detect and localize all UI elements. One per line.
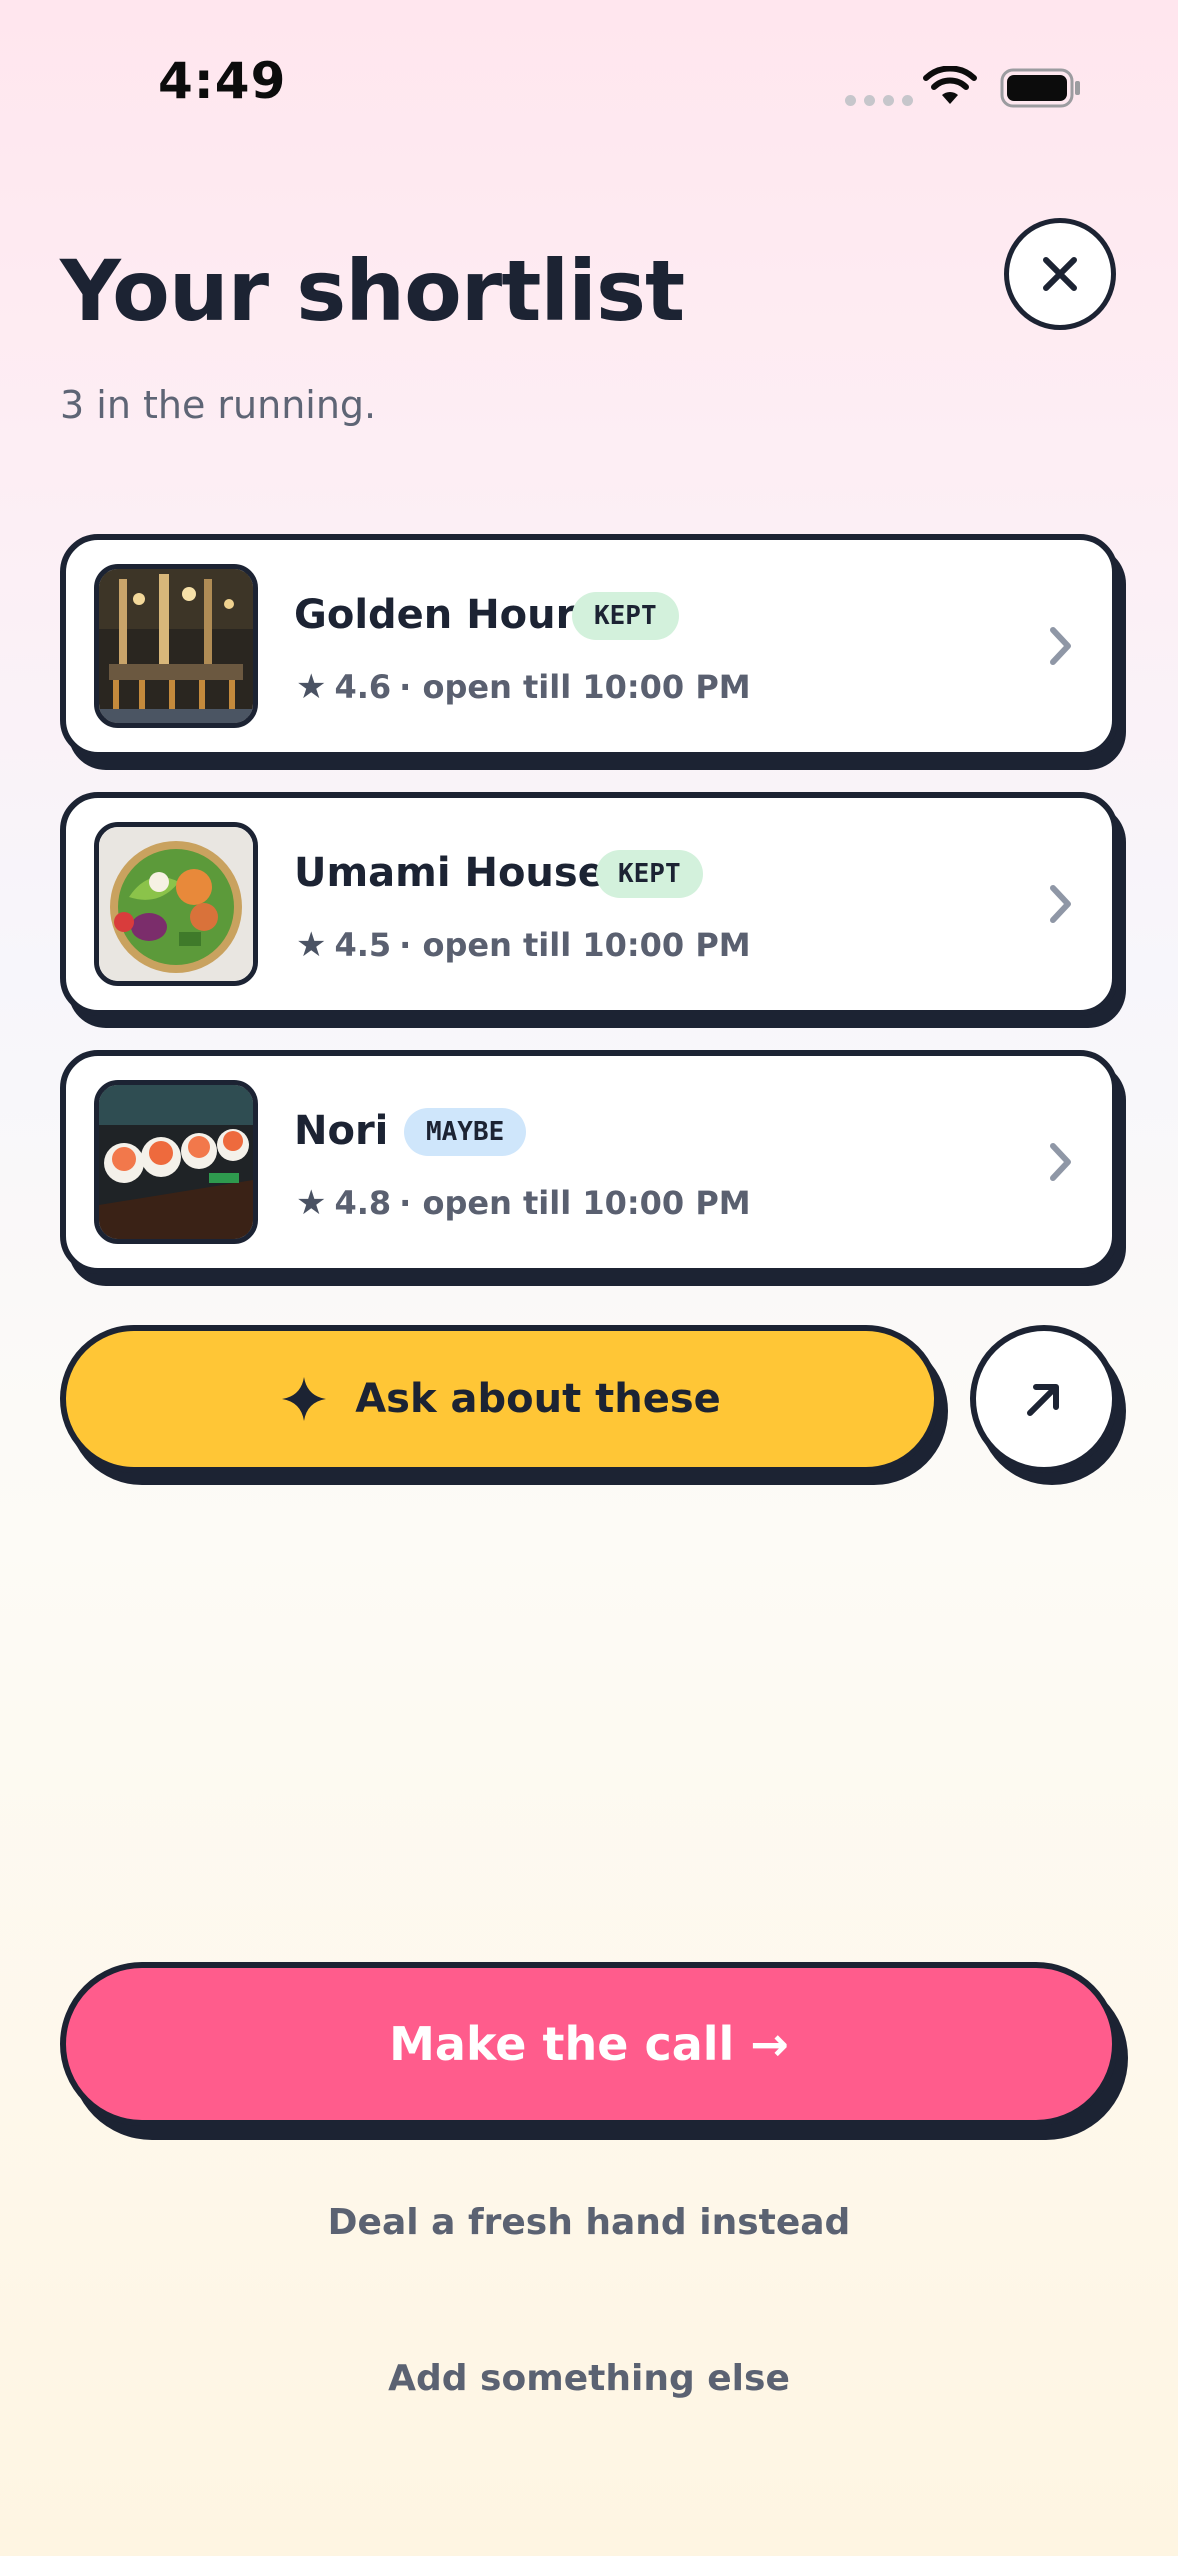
close-button[interactable] (1004, 218, 1116, 330)
arrow-up-right-icon (1027, 1384, 1059, 1416)
shortlist-card-nori[interactable]: Nori MAYBE ★ 4.8 · open till 10:00 PM (60, 1050, 1118, 1274)
chevron-right-icon (1050, 885, 1071, 923)
hours-text: · open till 10:00 PM (399, 926, 751, 964)
rating-value: 4.5 (334, 926, 392, 964)
close-icon (1043, 257, 1077, 291)
status-time: 4:49 (158, 52, 287, 110)
status-badge: KEPT (596, 850, 703, 898)
shortlist-card-golden-hour[interactable]: Golden Hour KEPT ★ 4.6 · open till 10:00… (60, 534, 1118, 758)
deal-fresh-hand-link[interactable]: Deal a fresh hand instead (0, 2202, 1178, 2243)
restaurant-thumbnail (94, 564, 258, 728)
page-title: Your shortlist (60, 242, 685, 340)
sushi-rolls-image (99, 1085, 253, 1239)
salad-bowl-image (99, 827, 253, 981)
status-badge: KEPT (572, 592, 679, 640)
rating-value: 4.8 (334, 1184, 392, 1222)
restaurant-meta: ★ 4.6 · open till 10:00 PM (296, 667, 751, 707)
make-the-call-button[interactable]: Make the call → (60, 1962, 1118, 2126)
restaurant-name: Golden Hour (294, 592, 576, 638)
chevron-right-icon (1050, 1143, 1071, 1181)
restaurant-name: Umami House (294, 850, 605, 896)
hours-text: · open till 10:00 PM (399, 1184, 751, 1222)
star-icon: ★ (296, 925, 327, 965)
make-the-call-label: Make the call → (389, 2017, 789, 2071)
restaurant-interior-image (99, 569, 253, 723)
restaurant-thumbnail (94, 822, 258, 986)
star-icon: ★ (296, 1183, 327, 1223)
star-icon: ★ (296, 667, 327, 707)
sparkle-icon (282, 1377, 327, 1421)
shortlist-card-umami-house[interactable]: Umami House KEPT ★ 4.5 · open till 10:00… (60, 792, 1118, 1016)
cellular-signal-icon (845, 95, 913, 106)
ask-about-these-button[interactable]: Ask about these (60, 1325, 940, 1473)
share-button[interactable] (970, 1325, 1118, 1473)
hours-text: · open till 10:00 PM (399, 668, 751, 706)
wifi-icon (923, 66, 977, 104)
restaurant-name: Nori (294, 1108, 389, 1154)
chevron-right-icon (1050, 627, 1071, 665)
ask-about-these-label: Ask about these (355, 1376, 721, 1422)
rating-value: 4.6 (334, 668, 392, 706)
battery-icon (1000, 68, 1080, 108)
restaurant-thumbnail (94, 1080, 258, 1244)
restaurant-meta: ★ 4.5 · open till 10:00 PM (296, 925, 751, 965)
page-subtitle: 3 in the running. (60, 383, 377, 427)
status-badge: MAYBE (404, 1108, 527, 1156)
add-something-else-link[interactable]: Add something else (0, 2358, 1178, 2399)
restaurant-meta: ★ 4.8 · open till 10:00 PM (296, 1183, 751, 1223)
